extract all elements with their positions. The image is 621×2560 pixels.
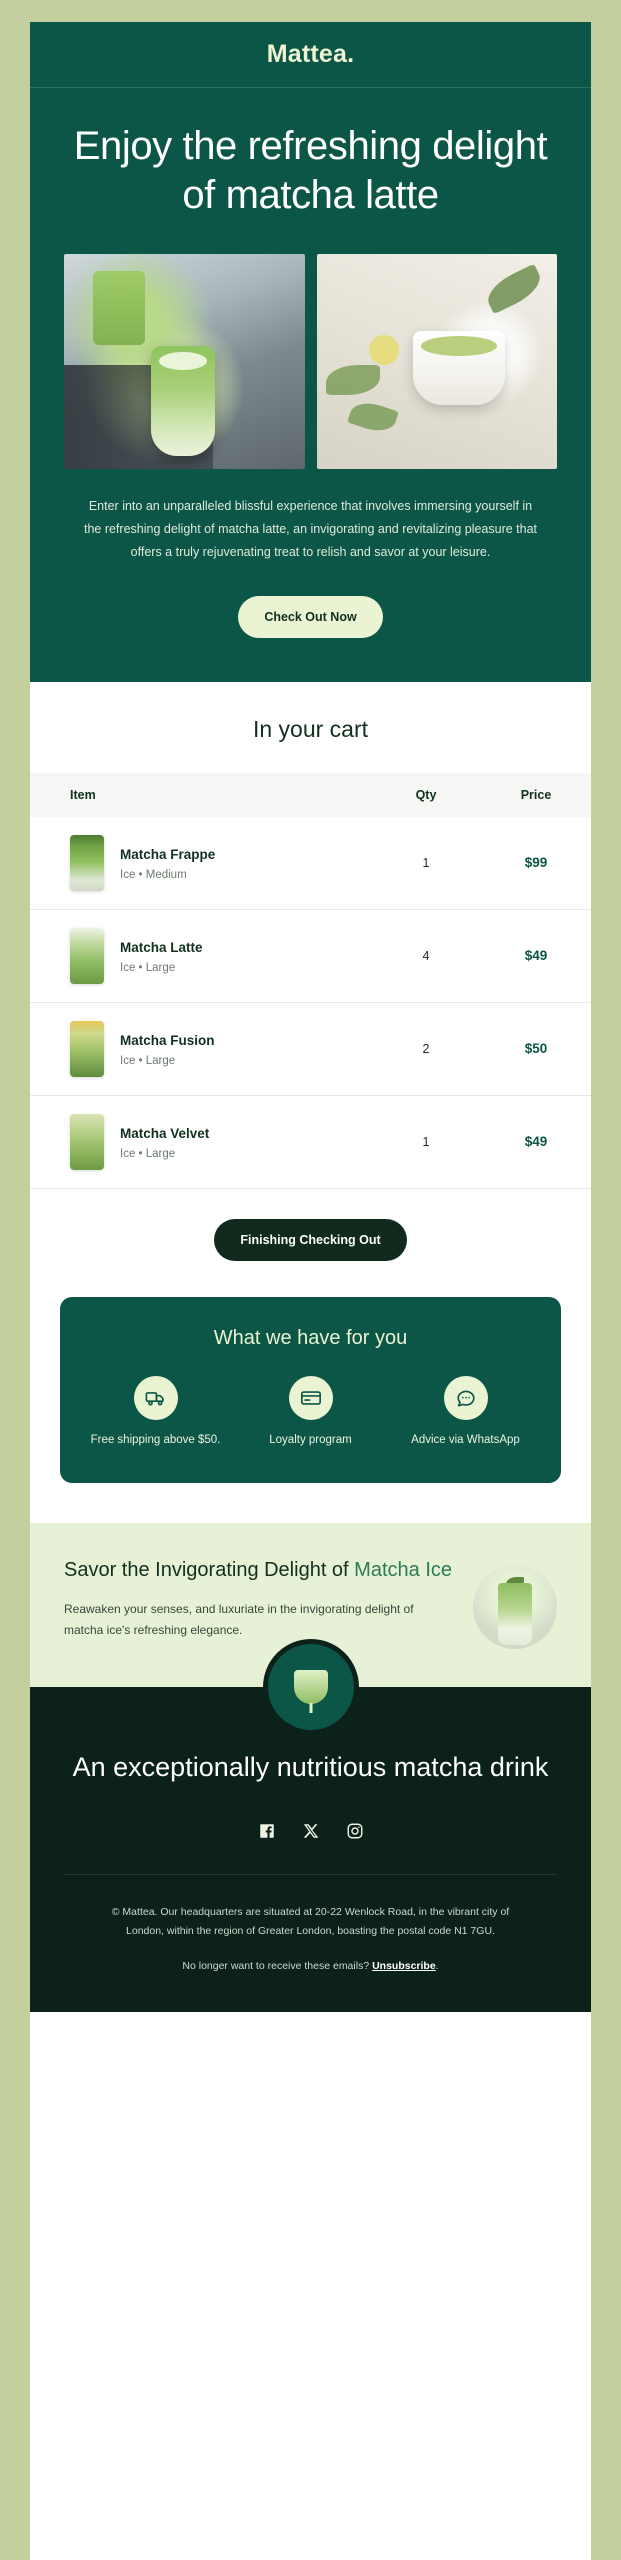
closing-headline: An exceptionally nutritious matcha drink bbox=[72, 1752, 549, 1783]
benefit-free-shipping: Free shipping above $50. bbox=[78, 1375, 233, 1449]
column-header-price: Price bbox=[481, 772, 591, 817]
hero-image-left-latte-glass bbox=[150, 345, 215, 456]
cart-title: In your cart bbox=[252, 715, 369, 742]
product-name: Matcha Latte bbox=[120, 940, 203, 956]
cart-table-body: Matcha Frappe Ice • Medium 1 $99 Matcha … bbox=[30, 816, 591, 1189]
cart-table-head: Item Qty Price bbox=[30, 772, 591, 817]
column-header-item: Item bbox=[30, 772, 371, 817]
product-qty: 1 bbox=[371, 816, 481, 910]
checkout-row: Finishing Checking Out bbox=[30, 1188, 591, 1297]
credit-card-icon bbox=[288, 1375, 333, 1420]
benefit-label: Advice via WhatsApp bbox=[411, 1433, 520, 1446]
product-price: $49 bbox=[481, 1095, 591, 1189]
product-options: Ice • Large bbox=[120, 1147, 176, 1160]
social-links bbox=[64, 1822, 557, 1874]
product-info: Matcha Latte Ice • Large bbox=[30, 927, 371, 984]
product-name: Matcha Fusion bbox=[120, 1033, 215, 1049]
product-thumbnail bbox=[70, 1020, 104, 1077]
product-options: Ice • Large bbox=[120, 961, 176, 974]
hero-image-right-mug bbox=[412, 330, 505, 405]
table-row[interactable]: Matcha Latte Ice • Large 4 $49 bbox=[30, 909, 591, 1003]
product-info: Matcha Velvet Ice • Large bbox=[30, 1113, 371, 1170]
savor-image bbox=[473, 1565, 557, 1650]
brand-medallion bbox=[262, 1639, 359, 1736]
facebook-icon[interactable] bbox=[258, 1822, 276, 1840]
hero-copy: Enter into an unparalleled blissful expe… bbox=[30, 468, 591, 564]
product-thumbnail bbox=[70, 834, 104, 891]
savor-title-plain: Savor the Invigorating Delight of bbox=[64, 1559, 355, 1582]
hero-image-right-lemon bbox=[369, 335, 400, 366]
unsubscribe-link[interactable]: Unsubscribe bbox=[372, 1960, 436, 1972]
hero-section: Enjoy the refreshing delight of matcha l… bbox=[30, 88, 591, 469]
benefits-row: Free shipping above $50. Loyalty program bbox=[78, 1375, 543, 1449]
cart-cell-item: Matcha Frappe Ice • Medium bbox=[30, 816, 371, 910]
unsubscribe-suffix: . bbox=[435, 1959, 439, 1972]
unsubscribe-line: No longer want to receive these emails? … bbox=[64, 1960, 557, 2012]
cocktail-glass-icon bbox=[293, 1670, 328, 1705]
hero-paragraph: Enter into an unparalleled blissful expe… bbox=[83, 498, 538, 559]
x-twitter-icon[interactable] bbox=[302, 1822, 320, 1840]
benefit-loyalty-program: Loyalty program bbox=[233, 1375, 388, 1449]
footer-legal: © Mattea. Our headquarters are situated … bbox=[111, 1905, 510, 1938]
brand-logo[interactable]: Mattea. bbox=[267, 40, 355, 69]
hero-image-right-leaf-left bbox=[326, 365, 381, 396]
hero-image-right-leaf-top bbox=[481, 263, 546, 315]
product-name: Matcha Velvet bbox=[120, 1126, 210, 1142]
email-header: Mattea. bbox=[30, 22, 591, 88]
benefit-label: Loyalty program bbox=[269, 1433, 352, 1446]
savor-text: Savor the Invigorating Delight of Matcha… bbox=[64, 1557, 455, 1641]
product-qty: 4 bbox=[371, 909, 481, 1003]
instagram-icon[interactable] bbox=[346, 1822, 364, 1840]
table-row[interactable]: Matcha Frappe Ice • Medium 1 $99 bbox=[30, 816, 591, 910]
cart-table: Item Qty Price Matcha Frappe Ice • Mediu… bbox=[30, 772, 591, 1189]
hero-image-right bbox=[316, 253, 557, 469]
cart-header-row: Item Qty Price bbox=[30, 772, 591, 817]
cart-cell-item: Matcha Latte Ice • Large bbox=[30, 909, 371, 1003]
product-thumbnail bbox=[70, 1113, 104, 1170]
product-options: Ice • Large bbox=[120, 1054, 176, 1067]
product-info: Matcha Frappe Ice • Medium bbox=[30, 834, 371, 891]
benefit-label: Free shipping above $50. bbox=[90, 1433, 221, 1446]
column-header-qty: Qty bbox=[371, 772, 481, 817]
benefits-title: What we have for you bbox=[213, 1326, 408, 1349]
truck-icon bbox=[133, 1375, 178, 1420]
cart-cell-item: Matcha Fusion Ice • Large bbox=[30, 1002, 371, 1096]
hero-image-row bbox=[64, 253, 557, 469]
cart-section: In your cart Item Qty Price Matcha Frapp… bbox=[30, 681, 591, 1297]
hero-headline: Enjoy the refreshing delight of matcha l… bbox=[73, 124, 548, 217]
finish-checkout-button[interactable]: Finishing Checking Out bbox=[214, 1218, 407, 1261]
hero-image-right-leaf-bottom bbox=[347, 397, 400, 437]
chat-icon bbox=[443, 1375, 488, 1420]
benefits-card: What we have for you Free shipping above… bbox=[60, 1296, 561, 1484]
product-qty: 2 bbox=[371, 1002, 481, 1096]
savor-title-highlight: Matcha Ice bbox=[354, 1559, 452, 1582]
product-price: $99 bbox=[481, 816, 591, 910]
cart-cell-item: Matcha Velvet Ice • Large bbox=[30, 1095, 371, 1189]
product-price: $50 bbox=[481, 1002, 591, 1096]
product-thumbnail bbox=[70, 927, 104, 984]
product-name: Matcha Frappe bbox=[120, 847, 216, 863]
table-row[interactable]: Matcha Fusion Ice • Large 2 $50 bbox=[30, 1002, 591, 1096]
product-price: $49 bbox=[481, 909, 591, 1003]
product-info: Matcha Fusion Ice • Large bbox=[30, 1020, 371, 1077]
hero-image-left-second-cup bbox=[92, 270, 145, 345]
savor-title: Savor the Invigorating Delight of Matcha… bbox=[64, 1557, 455, 1599]
savor-image-glass bbox=[498, 1583, 532, 1646]
check-out-now-button[interactable]: Check Out Now bbox=[238, 595, 383, 638]
product-options: Ice • Medium bbox=[120, 868, 187, 881]
email-body: Mattea. Enjoy the refreshing delight of … bbox=[30, 22, 591, 2560]
table-row[interactable]: Matcha Velvet Ice • Large 1 $49 bbox=[30, 1095, 591, 1189]
hero-cta-row: Check Out Now bbox=[30, 563, 591, 682]
savor-body: Reawaken your senses, and luxuriate in t… bbox=[64, 1601, 414, 1637]
product-qty: 1 bbox=[371, 1095, 481, 1189]
hero-image-left bbox=[64, 253, 305, 469]
closing-section: An exceptionally nutritious matcha drink bbox=[30, 1639, 591, 2012]
benefit-whatsapp-advice: Advice via WhatsApp bbox=[388, 1375, 543, 1449]
benefits-outer: What we have for you Free shipping above… bbox=[30, 1296, 591, 1524]
page-canvas: Mattea. Enjoy the refreshing delight of … bbox=[0, 0, 621, 2560]
unsubscribe-prefix: No longer want to receive these emails? bbox=[182, 1959, 373, 1972]
